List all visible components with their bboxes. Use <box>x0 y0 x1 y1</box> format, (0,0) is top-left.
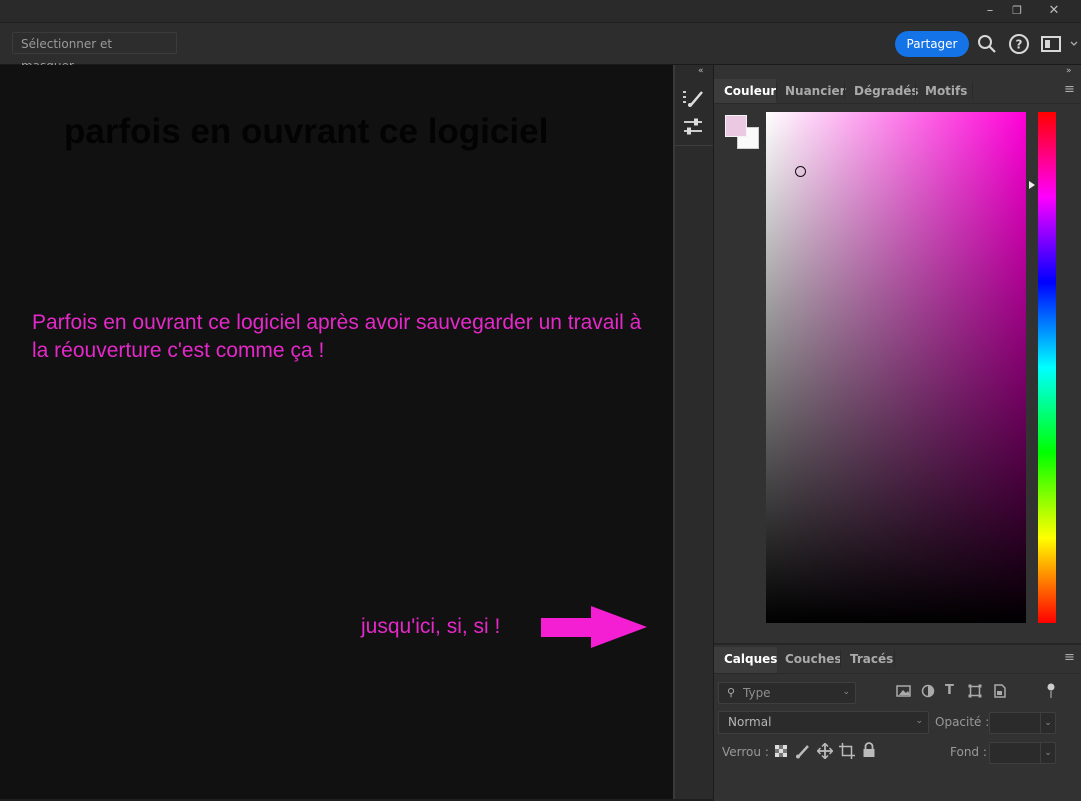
blend-mode-select[interactable]: Normal ⌄ <box>718 711 929 734</box>
lock-all-icon[interactable] <box>862 742 876 758</box>
search-icon[interactable] <box>977 34 997 54</box>
tab-divider <box>972 82 973 100</box>
canvas-paragraph-text: Parfois en ouvrant ce logiciel après avo… <box>32 311 642 362</box>
chevron-down-icon: ⌄ <box>915 716 923 726</box>
saturation-brightness-picker[interactable] <box>766 112 1026 623</box>
restore-button[interactable]: ❐ <box>1003 0 1031 20</box>
strip-separator <box>675 145 713 146</box>
workspace-icon[interactable] <box>1041 35 1081 53</box>
tab-couches[interactable]: Couches <box>785 648 842 670</box>
picker-cursor[interactable] <box>795 166 806 177</box>
lock-pixels-icon[interactable] <box>795 743 811 759</box>
tab-degrades[interactable]: Dégradés <box>854 80 919 102</box>
expand-right-icon[interactable]: » <box>1066 66 1072 76</box>
tab-motifs[interactable]: Motifs <box>925 80 967 102</box>
lock-position-icon[interactable] <box>817 743 833 759</box>
filter-toggle-icon[interactable] <box>1045 683 1057 699</box>
close-button[interactable]: ✕ <box>1040 0 1068 20</box>
minimize-button[interactable]: – <box>976 0 1004 20</box>
brush-settings-icon[interactable] <box>682 88 706 108</box>
filter-type-label: Type <box>743 686 771 700</box>
tab-divider <box>840 650 841 668</box>
fill-label: Fond : <box>950 745 987 759</box>
tab-separator <box>714 103 1081 104</box>
share-button[interactable]: Partager <box>895 31 969 57</box>
tab-traces[interactable]: Tracés <box>850 648 893 670</box>
tab-divider <box>776 82 777 100</box>
magnifier-icon: ⚲ <box>727 686 736 699</box>
chevron-down-icon: ⌄ <box>842 687 850 697</box>
tab-couleur[interactable]: Couleur <box>724 80 776 102</box>
tab-divider <box>915 82 916 100</box>
pixel-layer-filter-icon[interactable] <box>896 684 912 698</box>
lock-label: Verrou : <box>722 745 769 759</box>
collapse-left-icon[interactable]: « <box>698 66 704 76</box>
layer-filter-select[interactable]: ⚲ Type ⌄ <box>718 682 856 704</box>
document-canvas[interactable] <box>0 65 673 799</box>
foreground-color-swatch[interactable] <box>725 115 747 137</box>
svg-text:?: ? <box>1016 38 1023 52</box>
canvas-heading-text: parfois en ouvrant ce logiciel <box>64 112 549 151</box>
opacity-label: Opacité : <box>935 715 990 729</box>
lock-transparency-icon[interactable] <box>774 744 788 758</box>
opacity-input[interactable]: ⌄ <box>989 712 1056 734</box>
pink-arrow-icon <box>541 606 647 648</box>
chevron-down-icon[interactable]: ⌄ <box>1040 743 1055 763</box>
select-and-mask-button[interactable]: Sélectionner et masquer... <box>12 32 177 73</box>
tab-separator <box>714 673 1081 674</box>
hue-slider[interactable] <box>1038 112 1056 623</box>
help-icon[interactable]: ? <box>1008 33 1030 55</box>
panel-icon-strip <box>675 65 714 799</box>
shape-layer-filter-icon[interactable] <box>968 684 982 698</box>
tab-divider <box>894 650 895 668</box>
tab-nuancier[interactable]: Nuancier <box>785 80 846 102</box>
type-layer-filter-icon[interactable]: T <box>945 683 954 698</box>
adjustments-icon[interactable] <box>682 117 706 137</box>
chevron-down-icon[interactable]: ⌄ <box>1040 713 1055 733</box>
adjustment-layer-filter-icon[interactable] <box>921 684 935 698</box>
lock-artboard-icon[interactable] <box>839 743 855 759</box>
fill-input[interactable]: ⌄ <box>989 742 1056 764</box>
blend-mode-value: Normal <box>728 715 772 729</box>
canvas-note-text: jusqu'ici, si, si ! <box>361 615 501 638</box>
title-bar <box>0 0 1081 23</box>
layers-menu-icon[interactable]: ≡ <box>1064 650 1075 665</box>
tab-calques[interactable]: Calques <box>724 648 777 670</box>
hue-slider-marker[interactable] <box>1029 181 1035 189</box>
tab-divider <box>844 82 845 100</box>
panel-menu-icon[interactable]: ≡ <box>1064 82 1075 97</box>
smart-object-filter-icon[interactable] <box>993 683 1007 699</box>
